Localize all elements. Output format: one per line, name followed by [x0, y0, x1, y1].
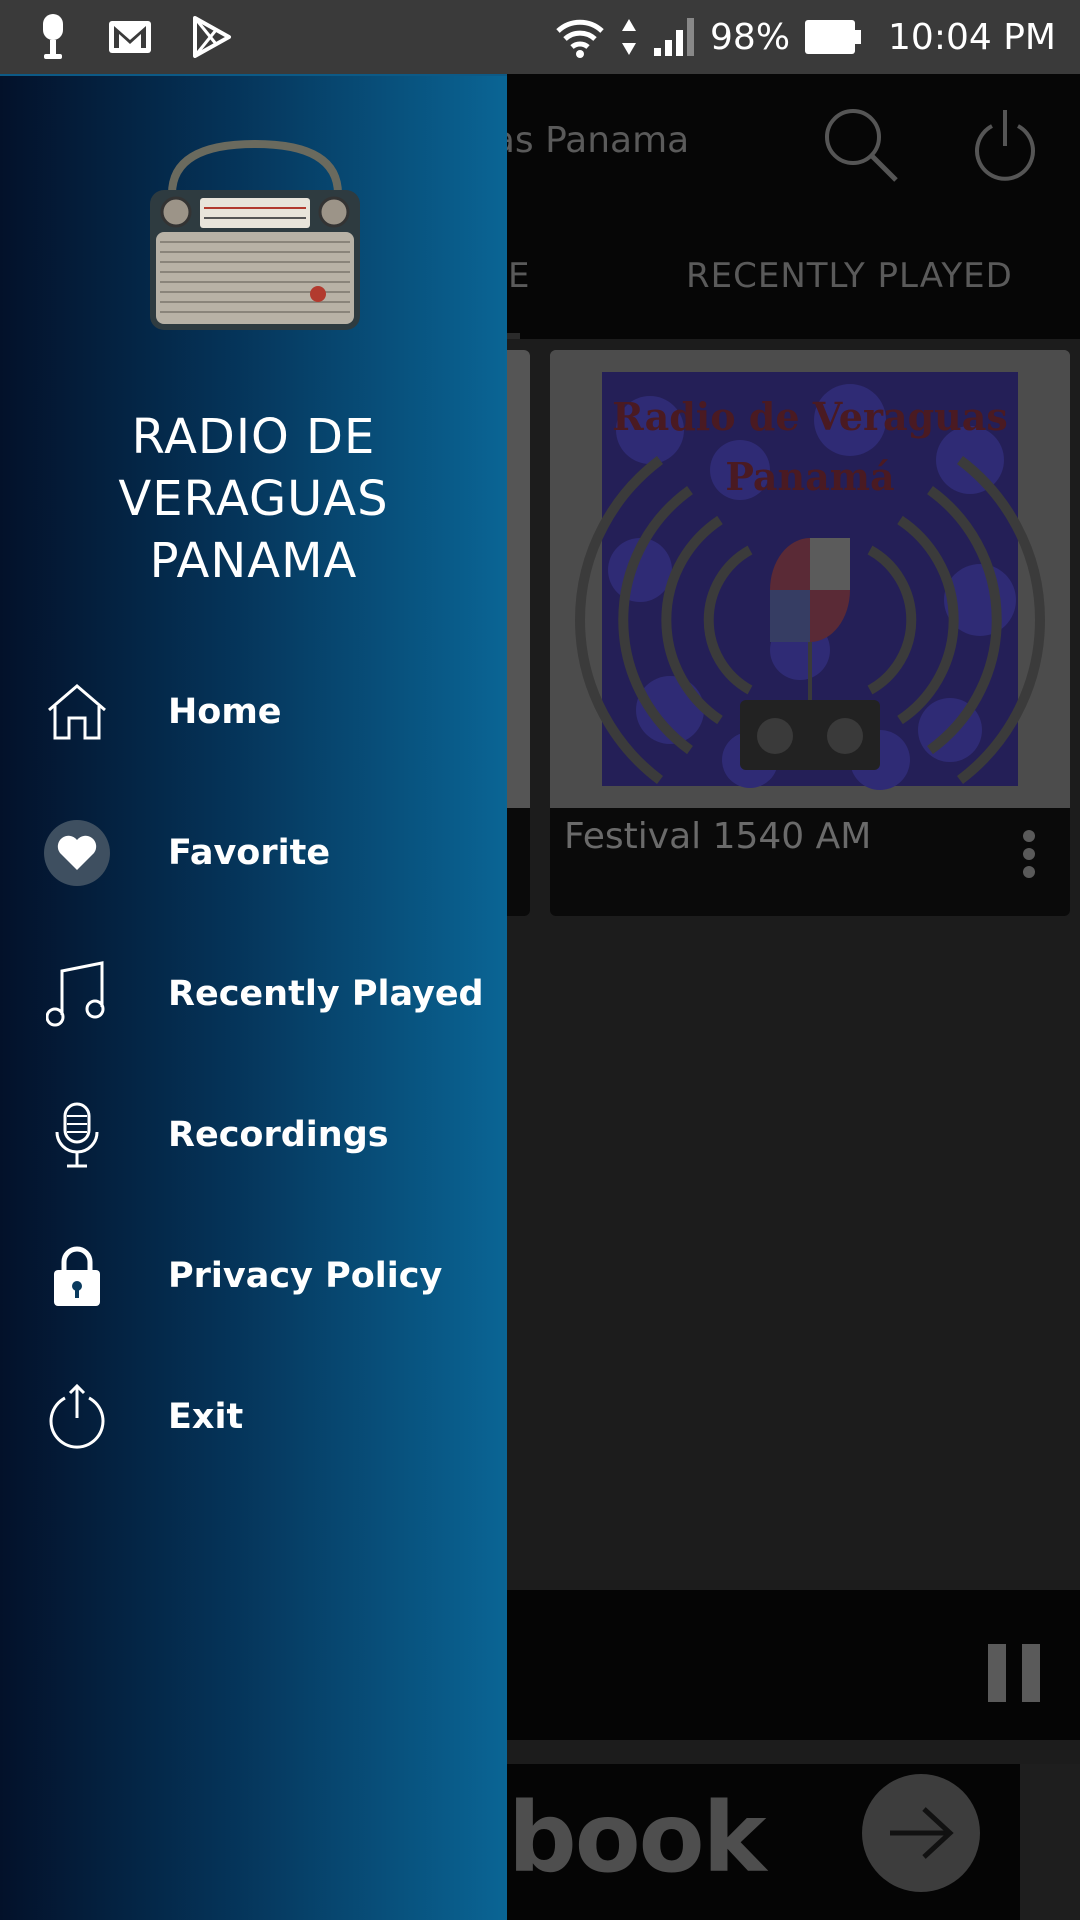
drawer-title: RADIO DE VERAGUAS PANAMA [118, 409, 389, 589]
tab-recently-played[interactable]: RECENTLY PLAYED [686, 214, 1013, 339]
microphone-icon [44, 1102, 110, 1168]
menu-item-recordings[interactable]: Recordings [0, 1085, 507, 1185]
svg-text:Panamá: Panamá [725, 454, 894, 499]
radio-logo [142, 136, 368, 340]
play-store-icon [192, 16, 232, 58]
ad-text: book [508, 1782, 766, 1894]
menu-item-privacy-policy[interactable]: Privacy Policy [0, 1226, 507, 1326]
home-icon [44, 679, 110, 745]
navigation-drawer: RADIO DE VERAGUAS PANAMA Home Favorite R… [0, 74, 507, 1920]
music-note-icon [44, 961, 110, 1027]
station-cover-image: Radio de Veraguas Panamá [550, 350, 1070, 808]
lock-icon [44, 1243, 110, 1309]
status-bar: 98% 10:04 PM [0, 0, 1080, 74]
power-icon [44, 1384, 110, 1450]
arrow-right-icon[interactable] [862, 1774, 980, 1892]
menu-label-privacy-policy: Privacy Policy [168, 1256, 443, 1296]
pause-icon[interactable] [988, 1644, 1042, 1706]
svg-text:Radio de Veraguas: Radio de Veraguas [612, 394, 1008, 439]
clock: 10:04 PM [888, 16, 1056, 58]
menu-label-recordings: Recordings [168, 1115, 389, 1155]
heart-icon [44, 820, 110, 886]
data-arrows-icon [620, 17, 638, 57]
menu-label-home: Home [168, 692, 282, 732]
tab-home[interactable]: E [508, 214, 530, 339]
menu-label-favorite: Favorite [168, 833, 331, 873]
menu-item-recently-played[interactable]: Recently Played [0, 944, 507, 1044]
station-card[interactable]: Radio de Veraguas Panamá Festival 1540 A… [550, 350, 1070, 916]
menu-label-recently-played: Recently Played [168, 974, 484, 1014]
wifi-icon [554, 15, 606, 59]
battery-icon [804, 19, 862, 55]
signal-icon [652, 16, 696, 58]
power-icon[interactable] [970, 106, 1040, 186]
search-icon[interactable] [820, 104, 900, 188]
menu-item-favorite[interactable]: Favorite [0, 803, 507, 903]
station-name: Festival 1540 AM [564, 816, 872, 857]
battery-percent: 98% [710, 16, 791, 58]
gmail-icon [108, 20, 152, 54]
menu-item-home[interactable]: Home [0, 662, 507, 762]
menu-item-exit[interactable]: Exit [0, 1367, 507, 1467]
microphone-notification-icon [38, 12, 68, 62]
menu-label-exit: Exit [168, 1397, 244, 1437]
more-options-icon[interactable] [1022, 830, 1036, 882]
